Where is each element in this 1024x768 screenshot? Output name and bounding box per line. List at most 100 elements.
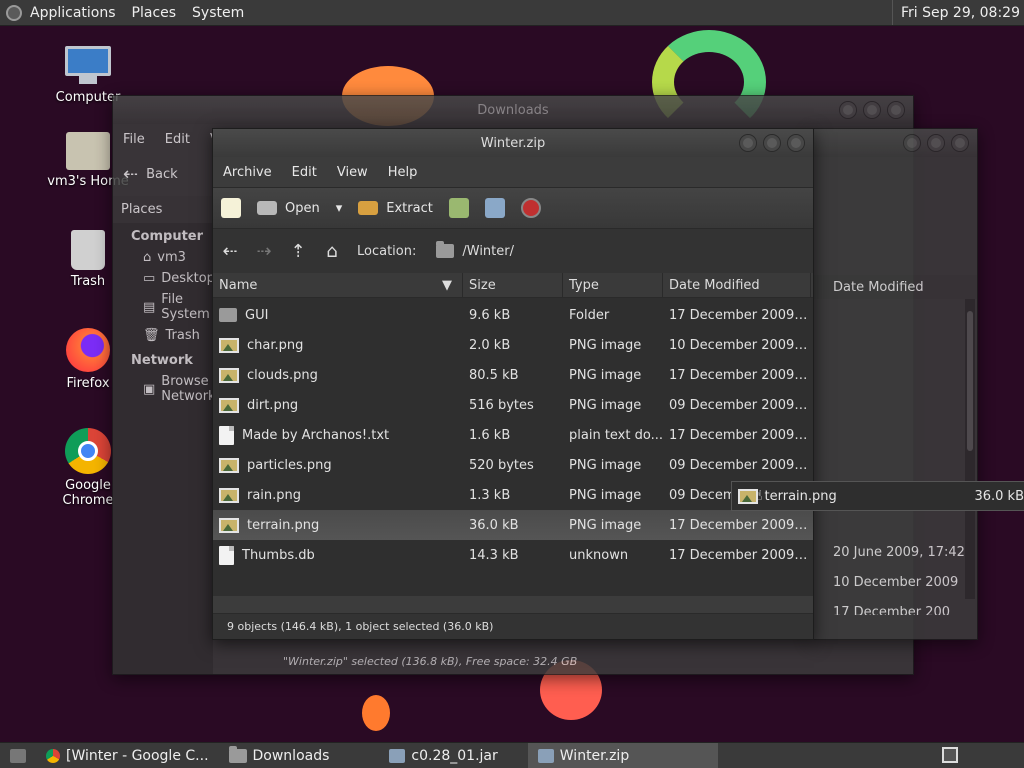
folder-icon xyxy=(436,241,455,258)
scrollbar-thumb[interactable] xyxy=(967,311,973,451)
show-desktop-icon xyxy=(10,748,26,763)
table-row-selected[interactable]: terrain.png 36.0 kB PNG image 17 Decembe… xyxy=(213,510,813,540)
maximize-button[interactable] xyxy=(763,134,781,152)
table-row[interactable]: dirt.png 516 bytes PNG image 09 December… xyxy=(213,390,813,420)
menu-help[interactable]: Help xyxy=(378,165,428,180)
up-icon[interactable]: ⇡ xyxy=(281,241,315,262)
new-archive-button[interactable] xyxy=(213,198,249,218)
home-icon[interactable]: ⌂ xyxy=(315,241,349,262)
column-header-name[interactable]: Name ▼ xyxy=(213,273,463,297)
add-folder-button[interactable] xyxy=(477,198,513,218)
back-button[interactable]: Back xyxy=(146,167,178,182)
table-row[interactable]: clouds.png 80.5 kB PNG image 17 December… xyxy=(213,360,813,390)
table-row[interactable]: GUI 9.6 kB Folder 17 December 2009, 1... xyxy=(213,300,813,330)
clock[interactable]: Fri Sep 29, 08:29 xyxy=(891,0,1020,25)
minimize-button[interactable] xyxy=(739,134,757,152)
folder-icon xyxy=(228,745,247,763)
sidebar-item-desktop[interactable]: ▭ Desktop xyxy=(113,269,215,290)
sort-down-icon: ▼ xyxy=(442,277,452,293)
chrome-icon xyxy=(46,748,60,763)
sidebar-item-browse-network[interactable]: ▣ Browse Network xyxy=(113,372,216,408)
menu-view[interactable]: View xyxy=(327,165,378,180)
drag-file-name: terrain.png xyxy=(764,488,837,504)
applications-logo-icon[interactable] xyxy=(6,4,22,21)
show-desktop-button[interactable] xyxy=(0,743,36,768)
stop-button[interactable] xyxy=(513,198,549,218)
sidebar-item-trash[interactable]: 🗑 Trash xyxy=(113,326,213,347)
date-cell: 17 December 200 xyxy=(833,605,951,615)
add-folder-icon xyxy=(484,198,505,218)
network-icon: ▣ xyxy=(143,381,156,397)
column-header-type[interactable]: Type xyxy=(563,273,663,297)
table-row[interactable]: particles.png 520 bytes PNG image 09 Dec… xyxy=(213,450,813,480)
downloads-titlebar[interactable]: Downloads xyxy=(113,96,913,124)
forward-icon[interactable]: ⇢ xyxy=(247,241,281,262)
home-icon: ⌂ xyxy=(143,250,152,265)
downloads-list-pane[interactable]: Date Modified 20 June 2009, 17:42 10 Dec… xyxy=(810,128,978,640)
drag-preview: ☝ terrain.png 36.0 kB xyxy=(731,481,1024,511)
date-cell: 10 December 2009 xyxy=(833,575,959,590)
sidebar-item-filesystem[interactable]: ▤ File System xyxy=(113,290,213,326)
window-title: Downloads xyxy=(477,102,549,118)
close-button[interactable] xyxy=(887,101,905,119)
location-field[interactable]: /Winter/ xyxy=(436,241,514,259)
top-panel: Applications Places System Fri Sep 29, 0… xyxy=(0,0,1024,26)
extract-icon xyxy=(358,201,379,215)
menu-edit[interactable]: Edit xyxy=(155,132,200,147)
task-chrome[interactable]: [Winter - Google C... xyxy=(36,743,219,768)
window-title: Winter.zip xyxy=(480,135,546,151)
minimize-button[interactable] xyxy=(839,101,857,119)
trash-icon: 🗑 xyxy=(143,328,160,343)
menu-applications[interactable]: Applications xyxy=(22,5,124,21)
archive-titlebar[interactable]: Winter.zip xyxy=(213,129,813,157)
table-row[interactable]: rain.png 1.3 kB PNG image 09 Decem xyxy=(213,480,813,510)
menu-file[interactable]: File xyxy=(113,132,155,147)
add-files-button[interactable] xyxy=(441,198,477,218)
image-icon xyxy=(219,517,239,533)
close-button[interactable] xyxy=(951,134,969,152)
text-file-icon xyxy=(219,425,234,445)
open-icon xyxy=(257,201,277,215)
date-column-header[interactable]: Date Modified xyxy=(811,275,977,299)
extract-button[interactable]: Extract xyxy=(350,201,441,216)
scrollbar[interactable] xyxy=(965,299,975,599)
close-button[interactable] xyxy=(787,134,805,152)
column-header-date[interactable]: Date Modified xyxy=(663,273,811,297)
column-header-size[interactable]: Size xyxy=(463,273,563,297)
location-bar: ⇠ ⇢ ⇡ ⌂ Location: /Winter/ xyxy=(213,229,813,273)
table-row[interactable]: char.png 2.0 kB PNG image 10 December 20… xyxy=(213,330,813,360)
trash-icon xyxy=(71,230,105,270)
maximize-button[interactable] xyxy=(863,101,881,119)
table-row[interactable]: Thumbs.db 14.3 kB unknown 17 December 20… xyxy=(213,540,813,570)
drive-icon: ▤ xyxy=(143,299,156,315)
task-jar[interactable]: c0.28_01.jar xyxy=(379,743,507,768)
table-row[interactable]: Made by Archanos!.txt 1.6 kB plain text … xyxy=(213,420,813,450)
menu-system[interactable]: System xyxy=(184,5,252,21)
document-icon xyxy=(219,545,234,565)
menu-edit[interactable]: Edit xyxy=(282,165,327,180)
taskbar: [Winter - Google C... Downloads c0.28_01… xyxy=(0,742,1024,768)
menu-archive[interactable]: Archive xyxy=(213,165,282,180)
archive-window[interactable]: Winter.zip Archive Edit View Help Open ▾… xyxy=(212,128,814,640)
menu-places[interactable]: Places xyxy=(124,5,185,21)
task-downloads[interactable]: Downloads xyxy=(219,743,340,768)
task-winter-zip[interactable]: Winter.zip xyxy=(527,743,718,768)
open-button[interactable]: Open xyxy=(249,201,328,216)
maximize-button[interactable] xyxy=(927,134,945,152)
folder-icon xyxy=(219,308,237,322)
minimize-button[interactable] xyxy=(903,134,921,152)
wallpaper-blob-orange-small xyxy=(362,695,390,731)
places-sidebar: Places Computer ⌂ vm3 ▭ Desktop ▤ File Syst… xyxy=(113,196,216,674)
archive-toolbar: Open ▾ Extract xyxy=(213,187,813,229)
back-arrow-icon: ⇠ xyxy=(123,163,139,185)
image-icon xyxy=(219,457,239,473)
sidebar-item-vm3[interactable]: ⌂ vm3 xyxy=(113,248,213,269)
image-icon xyxy=(219,367,239,383)
chevron-down-icon: ▾ xyxy=(335,200,343,216)
back-icon[interactable]: ⇠ xyxy=(213,241,247,262)
location-path: /Winter/ xyxy=(462,243,514,259)
open-dropdown-button[interactable]: ▾ xyxy=(328,201,351,216)
places-dropdown[interactable]: Places xyxy=(113,196,213,223)
chrome-icon xyxy=(65,428,111,474)
workspace-switcher[interactable] xyxy=(942,747,958,763)
